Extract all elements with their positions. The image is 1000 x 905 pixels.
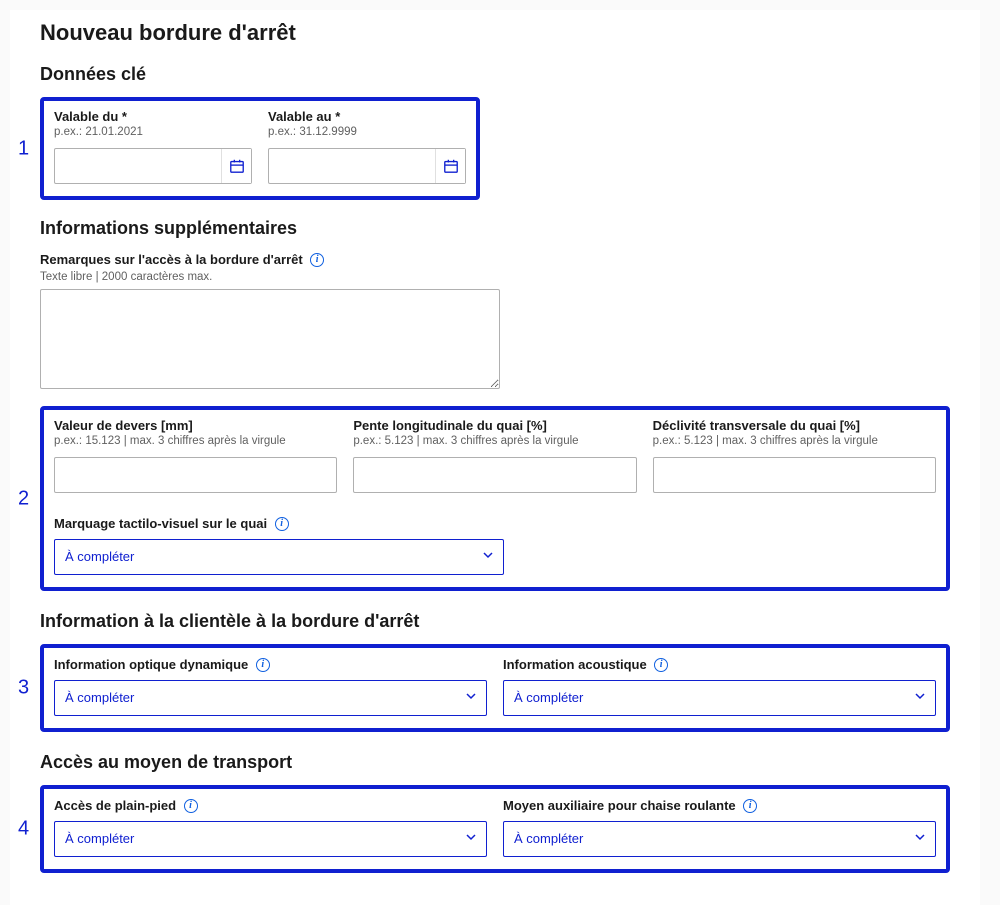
superelevation-input[interactable]	[54, 457, 337, 493]
wheelchair-aid-label: Moyen auxiliaire pour chaise roulante	[503, 798, 736, 813]
box-key-data: 1 Valable du * p.ex.: 21.01.2021 Valable…	[40, 97, 480, 200]
section-transport-heading: Accès au moyen de transport	[40, 752, 950, 773]
cross-slope-input[interactable]	[653, 457, 936, 493]
box-measurements: 2 Valeur de devers [mm] p.ex.: 15.123 | …	[40, 406, 950, 591]
acoustic-select[interactable]: À compléter	[503, 680, 936, 716]
box-number-3: 3	[18, 677, 29, 700]
info-icon[interactable]: i	[654, 658, 668, 672]
info-icon[interactable]: i	[184, 799, 198, 813]
remarks-hint: Texte libre | 2000 caractères max.	[40, 271, 950, 283]
info-icon[interactable]: i	[310, 253, 324, 267]
box-number-1: 1	[18, 137, 29, 160]
section-key-data-heading: Données clé	[40, 64, 950, 85]
box-customer-info: 3 Information optique dynamique i À comp…	[40, 644, 950, 732]
info-icon[interactable]: i	[256, 658, 270, 672]
level-access-label: Accès de plain-pied	[54, 798, 176, 813]
valid-to-label: Valable au *	[268, 109, 466, 124]
long-slope-input[interactable]	[353, 457, 636, 493]
long-slope-label: Pente longitudinale du quai [%]	[353, 418, 636, 433]
optical-select[interactable]: À compléter	[54, 680, 487, 716]
level-access-select[interactable]: À compléter	[54, 821, 487, 857]
remarks-label: Remarques sur l'accès à la bordure d'arr…	[40, 252, 303, 267]
calendar-icon[interactable]	[435, 149, 465, 183]
valid-from-hint: p.ex.: 21.01.2021	[54, 126, 252, 138]
superelevation-hint: p.ex.: 15.123 | max. 3 chiffres après la…	[54, 435, 337, 447]
info-icon[interactable]: i	[743, 799, 757, 813]
long-slope-hint: p.ex.: 5.123 | max. 3 chiffres après la …	[353, 435, 636, 447]
section-extra-heading: Informations supplémentaires	[40, 218, 950, 239]
acoustic-label: Information acoustique	[503, 657, 647, 672]
calendar-icon[interactable]	[221, 149, 251, 183]
wheelchair-aid-select[interactable]: À compléter	[503, 821, 936, 857]
box-number-2: 2	[18, 487, 29, 510]
cross-slope-label: Déclivité transversale du quai [%]	[653, 418, 936, 433]
section-customer-heading: Information à la clientèle à la bordure …	[40, 611, 950, 632]
remarks-textarea[interactable]	[40, 289, 500, 389]
valid-from-label: Valable du *	[54, 109, 252, 124]
superelevation-label: Valeur de devers [mm]	[54, 418, 337, 433]
box-transport-access: 4 Accès de plain-pied i À compléter Moye…	[40, 785, 950, 873]
cross-slope-hint: p.ex.: 5.123 | max. 3 chiffres après la …	[653, 435, 936, 447]
page-title: Nouveau bordure d'arrêt	[40, 20, 950, 46]
tactile-label: Marquage tactilo-visuel sur le quai	[54, 516, 267, 531]
info-icon[interactable]: i	[275, 517, 289, 531]
tactile-select[interactable]: À compléter	[54, 539, 504, 575]
optical-label: Information optique dynamique	[54, 657, 248, 672]
valid-to-hint: p.ex.: 31.12.9999	[268, 126, 466, 138]
box-number-4: 4	[18, 818, 29, 841]
